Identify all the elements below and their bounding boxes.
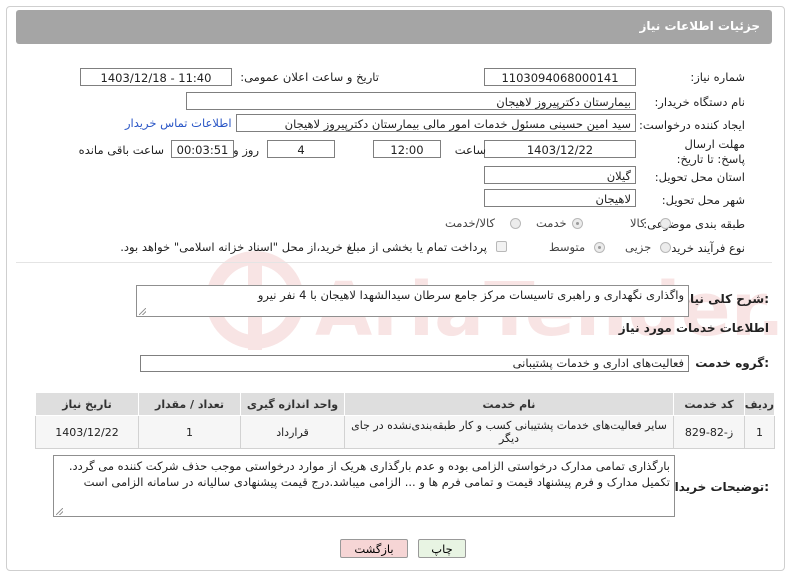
resize-grip-icon[interactable] (139, 308, 146, 315)
cell-unit: قرارداد (240, 415, 345, 449)
print-button[interactable]: چاپ (418, 539, 466, 558)
divider (16, 262, 772, 263)
process-radio-minor[interactable] (660, 242, 671, 253)
days-field: 4 (267, 140, 335, 158)
cell-service-name: سایر فعالیت‌های خدمات پشتیبانی کسب و کار… (344, 415, 674, 449)
summary-label: شرح کلی نیاز: (683, 292, 769, 306)
creator-label: ایجاد کننده درخواست: (639, 118, 745, 132)
buyer-contact-link[interactable]: اطلاعات تماس خریدار (125, 116, 232, 130)
col-service-name: نام خدمت (344, 392, 674, 416)
category-radio-service[interactable] (572, 218, 583, 229)
process-radio-medium[interactable] (594, 242, 605, 253)
need-number-label: شماره نیاز: (690, 70, 745, 84)
category-option-service: خدمت (536, 216, 567, 230)
summary-textarea[interactable]: واگذاری نگهداری و راهبری تاسیسات مرکز جا… (136, 285, 689, 317)
services-table: ردیف کد خدمت نام خدمت واحد اندازه گیری ت… (35, 392, 775, 449)
deadline-date-field: 1403/12/22 (484, 140, 636, 158)
table-row: 1 ز-82-829 سایر فعالیت‌های خدمات پشتیبان… (35, 415, 775, 449)
page-title: جزئیات اطلاعات نیاز (639, 19, 760, 33)
category-radio-goods-service[interactable] (510, 218, 521, 229)
header-bar: جزئیات اطلاعات نیاز (16, 10, 772, 44)
cell-need-date: 1403/12/22 (35, 415, 139, 449)
province-label: استان محل تحویل: (654, 170, 745, 184)
col-row-number: ردیف (744, 392, 775, 416)
need-number-field: 1103094068000141 (484, 68, 636, 86)
cell-quantity: 1 (138, 415, 241, 449)
service-group-label: گروه خدمت: (695, 356, 769, 370)
deadline-label: مهلت ارسال پاسخ: تا تاریخ: (676, 137, 745, 166)
cell-service-code: ز-82-829 (673, 415, 745, 449)
days-label: روز و (233, 143, 259, 157)
category-option-goods: کالا (630, 216, 646, 230)
remaining-time-field: 00:03:51 (171, 140, 234, 158)
resize-grip-icon[interactable] (56, 508, 63, 515)
cell-row-number: 1 (744, 415, 775, 449)
buyer-notes-text: بارگذاری تمامی مدارک درخواستی الزامی بود… (68, 459, 670, 489)
col-service-code: کد خدمت (673, 392, 745, 416)
deadline-time-field: 12:00 (373, 140, 441, 158)
category-label: طبقه بندی موضوعی: (643, 217, 745, 231)
table-header-row: ردیف کد خدمت نام خدمت واحد اندازه گیری ت… (35, 392, 775, 416)
city-field: لاهیجان (484, 189, 636, 207)
process-label: نوع فرآیند خرید : (663, 241, 745, 255)
creator-field: سید امین حسینی مسئول خدمات امور مالی بیم… (236, 114, 636, 132)
back-button[interactable]: بازگشت (340, 539, 408, 558)
summary-text: واگذاری نگهداری و راهبری تاسیسات مرکز جا… (257, 288, 684, 302)
buyer-notes-textarea[interactable]: بارگذاری تمامی مدارک درخواستی الزامی بود… (53, 455, 675, 517)
remaining-label: ساعت باقی مانده (78, 143, 164, 157)
buyer-org-field: بیمارستان دکترپیروز لاهیجان (186, 92, 636, 110)
buyer-notes-label: توضیحات خریدار: (667, 480, 769, 494)
category-radio-goods[interactable] (660, 218, 671, 229)
process-option-medium: متوسط (549, 240, 586, 254)
service-group-field: فعالیت‌های اداری و خدمات پشتیبانی (140, 355, 689, 372)
announce-label: تاریخ و ساعت اعلان عمومی: (240, 70, 379, 84)
category-option-goods-service: کالا/خدمت (445, 216, 496, 230)
services-section-title: اطلاعات خدمات مورد نیاز (618, 321, 769, 335)
treasury-note: پرداخت تمام یا بخشی از مبلغ خرید،از محل … (120, 240, 487, 254)
city-label: شهر محل تحویل: (661, 193, 745, 207)
treasury-checkbox[interactable] (496, 241, 507, 252)
col-unit: واحد اندازه گیری (240, 392, 345, 416)
province-field: گیلان (484, 166, 636, 184)
announce-field: 1403/12/18 - 11:40 (80, 68, 232, 86)
deadline-time-label: ساعت (454, 143, 486, 157)
col-need-date: تاریخ نیاز (35, 392, 139, 416)
process-option-minor: جزیی (625, 240, 652, 254)
buyer-org-label: نام دستگاه خریدار: (654, 95, 745, 109)
col-quantity: تعداد / مقدار (138, 392, 241, 416)
